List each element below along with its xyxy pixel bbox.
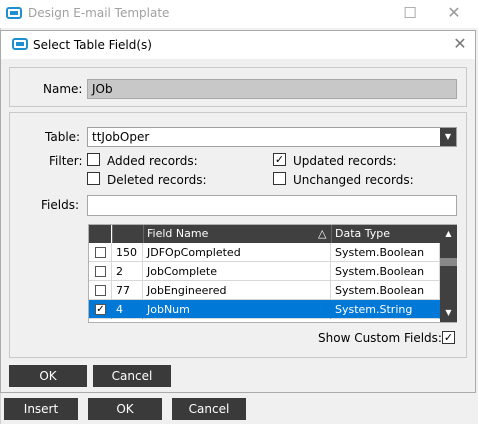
dialog-title: Select Table Field(s): [33, 38, 152, 52]
outer-window-title: Design E-mail Template: [28, 6, 170, 20]
maximize-icon[interactable]: ☐: [400, 3, 420, 23]
name-field[interactable]: JOb: [87, 79, 457, 99]
fields-label: Fields:: [41, 198, 79, 212]
fields-search-input[interactable]: [87, 195, 457, 216]
insert-button[interactable]: Insert: [4, 398, 78, 420]
unchanged-records-label: Unchanged records:: [293, 173, 414, 187]
outer-cancel-button[interactable]: Cancel: [172, 398, 246, 420]
updated-records-label: Updated records:: [293, 154, 397, 168]
row-id: 4: [112, 300, 143, 319]
dialog-close-icon[interactable]: ✕: [450, 33, 470, 55]
show-custom-fields-checkbox[interactable]: ✓: [442, 331, 455, 344]
row-data-type: System.String: [331, 300, 440, 319]
grid-header-data-type[interactable]: Data Type: [331, 225, 440, 243]
row-field-name: JDFOpCompleted: [143, 243, 331, 262]
filter-label: Filter:: [49, 154, 83, 168]
row-field-name: JobNum: [143, 300, 331, 319]
scroll-up-icon[interactable]: ▲: [440, 226, 457, 241]
table-label: Table:: [45, 130, 81, 144]
row-checkbox[interactable]: ✓: [95, 304, 106, 315]
deleted-records-label: Deleted records:: [107, 173, 207, 187]
deleted-records-checkbox[interactable]: [87, 172, 100, 185]
updated-records-checkbox[interactable]: ✓: [273, 153, 286, 166]
outer-close-icon[interactable]: ✕: [444, 3, 464, 23]
row-id: 2: [112, 262, 143, 281]
dialog-window-icon: [12, 38, 28, 50]
row-data-type: System.Boolean: [331, 243, 440, 262]
app-window-icon: [6, 7, 22, 19]
outer-ok-button[interactable]: OK: [88, 398, 162, 420]
show-custom-fields-label: Show Custom Fields:: [318, 331, 442, 345]
grid-header-field-name[interactable]: Field Name: [143, 225, 331, 243]
dialog-ok-button[interactable]: OK: [9, 365, 87, 387]
scroll-down-icon[interactable]: ▼: [440, 305, 457, 320]
added-records-label: Added records:: [107, 154, 198, 168]
scroll-thumb[interactable]: [440, 258, 457, 266]
chevron-down-icon[interactable]: ▼: [440, 128, 456, 146]
grid-header-select[interactable]: [89, 225, 111, 243]
grid-header-id[interactable]: [112, 225, 143, 243]
row-checkbox[interactable]: [95, 266, 106, 277]
name-label: Name:: [43, 82, 83, 96]
row-data-type: System.Boolean: [331, 262, 440, 281]
table-select[interactable]: ttJobOper: [87, 127, 457, 147]
unchanged-records-checkbox[interactable]: [273, 172, 286, 185]
sort-ascending-icon: △: [318, 227, 327, 240]
row-field-name: JobEngineered: [143, 281, 331, 300]
row-checkbox[interactable]: [95, 285, 106, 296]
added-records-checkbox[interactable]: [87, 153, 100, 166]
row-data-type: System.Boolean: [331, 281, 440, 300]
dialog-cancel-button[interactable]: Cancel: [93, 365, 171, 387]
row-checkbox[interactable]: [95, 247, 106, 258]
row-field-name: JobComplete: [143, 262, 331, 281]
row-id: 150: [112, 243, 143, 262]
row-id: 77: [112, 281, 143, 300]
